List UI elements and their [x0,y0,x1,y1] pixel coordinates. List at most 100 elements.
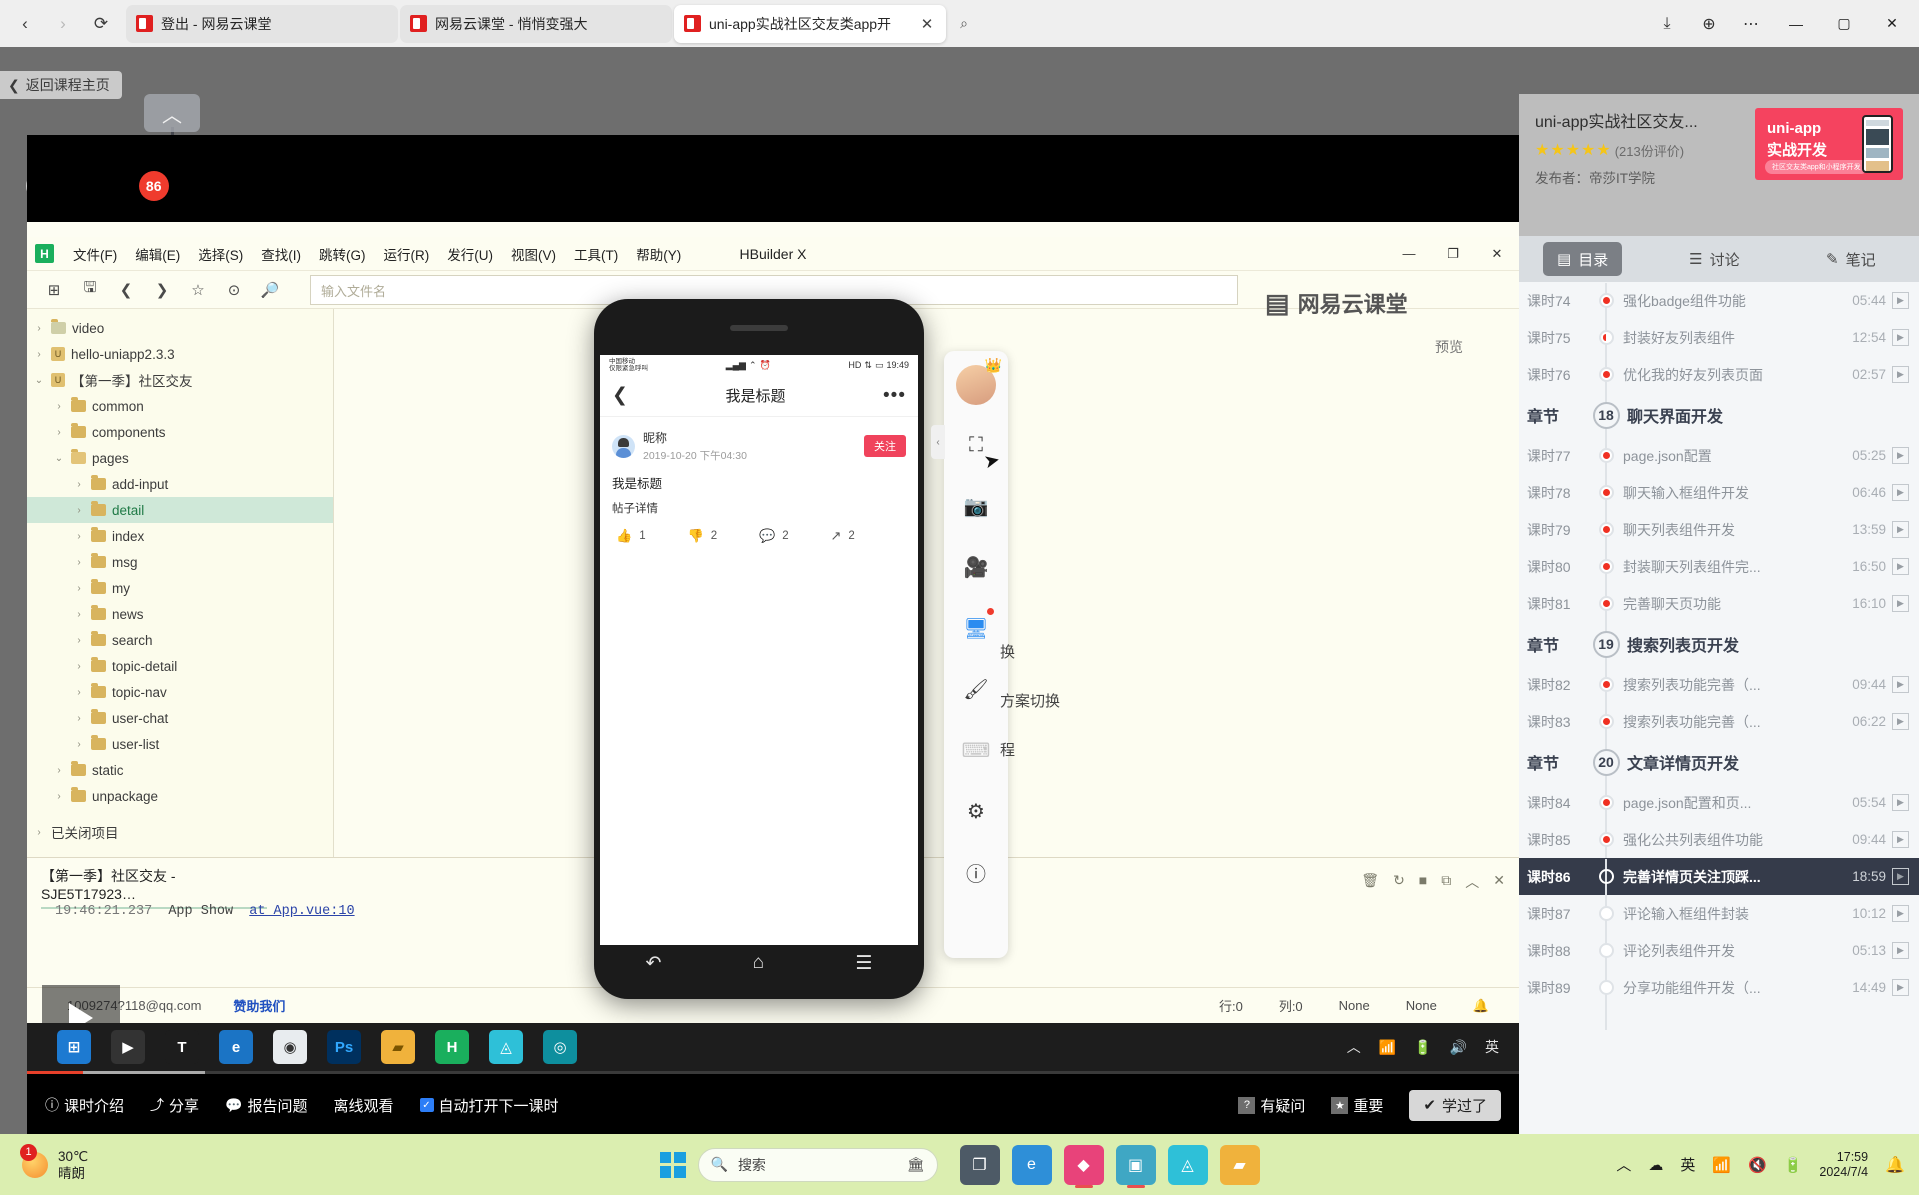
refresh-console-icon[interactable]: ↻ [1393,872,1405,892]
tab-discussion[interactable]: ☰ 讨论 [1646,242,1782,276]
search-icon[interactable]: ⌕ [948,8,980,40]
close-console-icon[interactable]: ✕ [1493,872,1505,892]
menu-select[interactable]: 选择(S) [189,244,252,264]
mark-learned-button[interactable]: ✔ 学过了 [1409,1090,1501,1121]
new-file-icon[interactable]: ⊞ [37,275,71,305]
chevron-right-icon[interactable]: › [73,713,85,724]
app-taskbar-icon[interactable]: ◆ [1064,1145,1104,1185]
tab-catalog[interactable]: ▤ 目录 [1543,242,1622,276]
o-icon[interactable]: ◎ [543,1030,577,1064]
tree-item[interactable]: ›user-list [27,731,333,757]
tree-item[interactable]: ⌄pages [27,445,333,471]
tree-item[interactable]: ›topic-nav [27,679,333,705]
tray-chevron-icon[interactable]: ︿ [1347,1037,1361,1057]
preview-play-icon[interactable]: ▶ [1892,831,1909,848]
report-problem-button[interactable]: 💬 报告问题 [225,1095,307,1116]
chevron-right-icon[interactable]: › [33,323,45,334]
tree-item[interactable]: ⌄U【第一季】社区交友 [27,367,333,393]
tree-item[interactable]: ›my [27,575,333,601]
hb-close-button[interactable]: ✕ [1475,237,1519,271]
popout-console-icon[interactable]: ⧉ [1441,872,1451,892]
console-source-link[interactable]: at App.vue:10 [249,904,354,919]
preview-play-icon[interactable]: ▶ [1892,905,1909,922]
taskbar-weather-widget[interactable]: 1 30℃ 晴朗 [0,1148,88,1182]
question-button[interactable]: ? 有疑问 [1238,1095,1305,1116]
save-icon[interactable]: 🖫 [73,275,107,305]
tree-item[interactable]: ›components [27,419,333,445]
lesson-row[interactable]: 课时85强化公共列表组件功能09:44▶ [1519,821,1919,858]
tree-item[interactable]: ›index [27,523,333,549]
browser-reload-button[interactable]: ⟳ [84,8,118,40]
preview-play-icon[interactable]: ▶ [1892,366,1909,383]
tray-chevron-up-icon[interactable]: ︿ [1616,1154,1631,1175]
chevron-right-icon[interactable]: › [53,791,65,802]
window-close-button[interactable]: ✕ [1869,0,1915,47]
lesson-row[interactable]: 课时79聊天列表组件开发13:59▶ [1519,511,1919,548]
preview-play-icon[interactable]: ▶ [1892,979,1909,996]
cloud-off-icon[interactable]: ☁ [1648,1156,1663,1174]
important-button[interactable]: ★ 重要 [1331,1095,1383,1116]
menu-view[interactable]: 视图(V) [502,244,565,264]
lesson-row[interactable]: 课时76优化我的好友列表页面02:57▶ [1519,356,1919,393]
tray-wifi-icon[interactable]: 📶 [1379,1039,1396,1056]
encoding-value[interactable]: None [1339,998,1370,1013]
tree-item[interactable]: ›msg [27,549,333,575]
autoplay-toggle[interactable]: ✓ 自动打开下一课时 [420,1095,559,1116]
lesson-intro-button[interactable]: ⓘ 课时介绍 [45,1095,124,1116]
settings-gear-icon[interactable]: ⚙ [944,781,1008,842]
lesson-row[interactable]: 课时77page.json配置05:25▶ [1519,437,1919,474]
start-button-icon[interactable] [660,1152,686,1178]
lesson-row[interactable]: 课时84page.json配置和页...05:54▶ [1519,784,1919,821]
lesson-row[interactable]: 课时83搜索列表功能完善（...06:22▶ [1519,703,1919,740]
lesson-list[interactable]: 课时74强化badge组件功能05:44▶课时75封装好友列表组件12:54▶课… [1519,282,1919,1181]
find-icon[interactable]: 🔎 [253,275,287,305]
tree-item[interactable]: ›topic-detail [27,653,333,679]
tree-item[interactable]: ›news [27,601,333,627]
clear-console-icon[interactable]: 🗑 [1361,872,1379,892]
chevron-right-icon[interactable]: › [73,479,85,490]
lesson-row[interactable]: 课时80封装聊天列表组件完...16:50▶ [1519,548,1919,585]
stop-console-icon[interactable]: ■ [1419,872,1427,892]
tray-ime-icon[interactable]: 英 [1485,1037,1499,1057]
chevron-down-icon[interactable]: ⌄ [33,375,45,386]
like-action[interactable]: 👍 1 [616,528,688,544]
mute-icon[interactable]: 🔇 [1748,1156,1767,1174]
taskbar-search-input[interactable]: 🔍 搜索 🏛 [698,1148,938,1182]
tree-item[interactable]: ›detail [27,497,333,523]
chevron-down-icon[interactable]: ⌄ [53,453,65,464]
menu-nav-icon[interactable]: ☰ [855,952,872,975]
tree-item[interactable]: ›add-input [27,471,333,497]
run-icon[interactable]: ⊙ [217,275,251,305]
window-minimize-button[interactable]: — [1773,0,1819,47]
explorer-taskbar-icon[interactable]: ▰ [1220,1145,1260,1185]
closed-projects-row[interactable]: ›已关闭项目 [27,819,333,845]
lesson-row[interactable]: 课时74强化badge组件功能05:44▶ [1519,282,1919,319]
chevron-right-icon[interactable]: › [53,427,65,438]
home-nav-icon[interactable]: ⌂ [753,952,764,974]
start-icon[interactable]: ⊞ [57,1030,91,1064]
globe-icon[interactable]: ⊕ [1689,6,1729,42]
preview-play-icon[interactable]: ▶ [1892,676,1909,693]
preview-play-icon[interactable]: ▶ [1892,713,1909,730]
preview-play-icon[interactable]: ▶ [1892,484,1909,501]
offline-watch-button[interactable]: 离线观看 [333,1095,393,1116]
more-icon[interactable]: ⋯ [1731,6,1771,42]
menu-publish[interactable]: 发行(U) [438,244,502,264]
ps-icon[interactable]: Ps [327,1030,361,1064]
taskview-icon[interactable]: ❐ [960,1145,1000,1185]
menu-file[interactable]: 文件(F) [64,244,126,264]
follow-button[interactable]: 关注 [864,435,906,457]
browser-forward-button[interactable]: › [46,8,80,40]
preview-play-icon[interactable]: ▶ [1892,794,1909,811]
menu-goto[interactable]: 跳转(G) [310,244,375,264]
user-avatar[interactable]: 👑 [956,365,996,405]
collapse-up-handle[interactable]: ︿ [144,94,200,132]
tree-item[interactable]: ›user-chat [27,705,333,731]
hb-minimize-button[interactable]: — [1387,237,1431,271]
preview-play-icon[interactable]: ▶ [1892,868,1909,885]
forward-icon[interactable]: ❯ [145,275,179,305]
chevron-right-icon[interactable]: › [53,765,65,776]
lesson-row[interactable]: 课时78聊天输入框组件开发06:46▶ [1519,474,1919,511]
chevron-right-icon[interactable]: › [73,635,85,646]
lesson-row[interactable]: 课时75封装好友列表组件12:54▶ [1519,319,1919,356]
